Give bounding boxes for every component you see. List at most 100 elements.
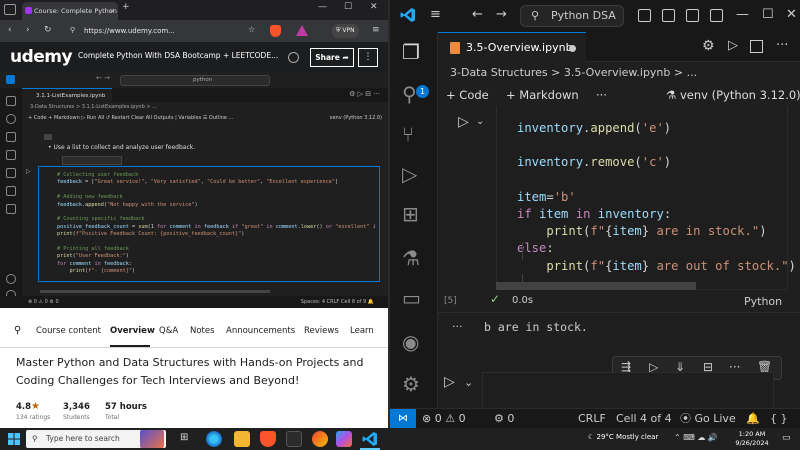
more-actions-icon[interactable]: ··· <box>776 38 788 53</box>
add-code-cell-button[interactable]: + Code <box>446 84 489 106</box>
tab-overview[interactable]: Overview <box>110 326 155 336</box>
notifications-icon[interactable]: 🔔 <box>746 409 760 429</box>
toggle-panel-icon[interactable] <box>662 9 675 22</box>
system-tray-icons[interactable]: ⌃ ⌨ ☁ 🔊 <box>674 433 718 442</box>
new-tab-icon[interactable]: + <box>122 2 130 12</box>
windows-start-icon[interactable] <box>8 433 20 445</box>
weather-widget[interactable]: ☾ 29°C Mostly clear <box>588 433 658 441</box>
code-cell[interactable]: ▷ ⌄ inventory.append('e') inventory.remo… <box>452 106 796 290</box>
notebook-settings-icon[interactable]: ⚙ <box>702 38 715 54</box>
back-icon[interactable]: ‹ <box>8 25 12 35</box>
code-text[interactable]: inventory.append('e') inventory.remove('… <box>517 120 796 275</box>
minimize-icon[interactable]: — <box>318 2 327 12</box>
breadcrumb[interactable]: 3-Data Structures > 3.5-Overview.ipynb >… <box>438 62 800 84</box>
account-icon[interactable]: ◉ <box>402 330 419 354</box>
explorer-icon[interactable]: ❐ <box>402 40 420 64</box>
add-markdown-cell-button[interactable]: + Markdown <box>506 84 579 106</box>
tab-notes[interactable]: Notes <box>190 326 215 336</box>
maximize-icon[interactable]: ☐ <box>762 7 774 22</box>
file-explorer-icon[interactable] <box>234 431 250 447</box>
cell-chevron-icon[interactable]: ⌄ <box>464 376 473 389</box>
output-actions-icon[interactable]: ··· <box>452 320 463 333</box>
settings-gear-icon[interactable]: ⚙ <box>402 372 420 396</box>
forward-icon[interactable]: → <box>496 7 507 22</box>
bookmark-icon[interactable]: ☆ <box>248 25 255 34</box>
unsaved-dot-icon[interactable] <box>569 45 576 52</box>
share-button[interactable]: Share ➦ <box>310 48 354 67</box>
menu-icon[interactable]: ≡ <box>430 7 441 22</box>
eol-status[interactable]: CRLF <box>578 409 606 429</box>
remote-explorer-icon[interactable]: ▭ <box>402 286 421 310</box>
store-icon[interactable] <box>286 431 302 447</box>
tab-announcements[interactable]: Announcements <box>226 326 295 336</box>
source-control-icon[interactable]: ⑂ <box>402 122 414 146</box>
forward-icon[interactable]: › <box>26 25 30 35</box>
execution-count: [5] <box>444 296 457 306</box>
maximize-icon[interactable]: ☐ <box>344 2 352 12</box>
video-player[interactable]: ← → python 3.1.1-ListExamples.ipynb ⚙ ▷ … <box>0 72 388 308</box>
command-center[interactable]: ⚲ Python DSA <box>520 5 624 27</box>
code-editor-area[interactable]: inventory.append('e') inventory.remove('… <box>496 106 796 290</box>
run-cell-icon[interactable]: ▷ <box>458 114 469 130</box>
split-editor-icon[interactable] <box>750 40 763 53</box>
problems-status[interactable]: ⊗ 0 ⚠ 0 <box>422 409 466 429</box>
search-highlight-icon[interactable] <box>140 430 164 448</box>
url-field[interactable]: https://www.udemy.com... <box>84 24 224 38</box>
site-info-icon[interactable]: ⚲ <box>70 26 75 34</box>
brave-shield-icon[interactable] <box>270 25 281 37</box>
toolbar-more-button[interactable]: ··· <box>596 84 607 106</box>
close-window-icon[interactable]: ✕ <box>786 7 797 22</box>
editor-tab-strip: 3.5-Overview.ipynb ⚙ ▷ ··· <box>438 32 800 62</box>
video-cell-toolbar <box>62 156 122 165</box>
run-icon[interactable]: ▷ <box>728 38 738 53</box>
vpn-button[interactable]: ⛨ VPN <box>332 24 359 38</box>
activity-bar: ❐ 1 ⚲ ⑂ ▷ ⊞ ⚗ ▭ ◉ ⚙ <box>390 32 438 408</box>
horizontal-scrollbar[interactable] <box>496 282 696 290</box>
remote-indicator-icon[interactable]: ⋈ <box>390 409 416 428</box>
tab-learning-tools[interactable]: Learn <box>350 326 380 336</box>
task-view-icon[interactable]: ⊞ <box>180 432 188 443</box>
udemy-favicon-icon <box>25 7 32 14</box>
search-icon[interactable]: ⚲ <box>402 82 417 106</box>
progress-icon[interactable] <box>288 52 299 63</box>
testing-icon[interactable]: ⚗ <box>402 246 420 270</box>
reload-icon[interactable]: ↻ <box>44 25 52 35</box>
tab-notebook[interactable]: 3.5-Overview.ipynb <box>438 32 586 62</box>
vscode-taskbar-icon[interactable] <box>362 431 378 447</box>
cell-chevron-icon[interactable]: ⌄ <box>476 116 484 127</box>
tab-reviews[interactable]: Reviews <box>304 326 339 336</box>
cell-status[interactable]: Cell 4 of 4 <box>616 409 672 429</box>
search-icon[interactable]: ⚲ <box>14 325 21 336</box>
students-label: Students <box>63 414 90 421</box>
minimize-icon[interactable]: — <box>736 7 749 22</box>
tab-course-content[interactable]: Course content <box>36 326 101 336</box>
go-live-button[interactable]: ⦿ Go Live <box>680 409 736 429</box>
brave-rewards-icon[interactable] <box>296 25 308 36</box>
run-debug-icon[interactable]: ▷ <box>402 162 417 186</box>
ports-status[interactable]: ⚙ 0 <box>494 409 514 429</box>
json-braces-icon[interactable]: { } <box>770 409 788 429</box>
copilot-icon[interactable] <box>336 431 352 447</box>
toggle-secondary-sidebar-icon[interactable] <box>686 9 699 22</box>
taskbar-clock[interactable]: 1:20 AM 9/26/2024 <box>728 430 776 448</box>
udemy-logo[interactable]: udemy <box>10 47 73 67</box>
cell-language[interactable]: Python <box>744 295 782 308</box>
brave-icon[interactable] <box>260 431 276 447</box>
browser-menu-icon[interactable]: ≡ <box>372 25 380 35</box>
more-options-button[interactable]: ⋮ <box>358 48 378 67</box>
back-icon[interactable]: ← <box>472 7 483 22</box>
notification-center-icon[interactable]: ▭ <box>782 433 791 443</box>
browser-tab[interactable]: Course: Complete Python W × <box>22 2 118 20</box>
code-cell-empty[interactable] <box>482 372 774 408</box>
close-tab-icon[interactable]: × <box>109 2 115 20</box>
media-app-icon[interactable] <box>312 431 328 447</box>
extensions-icon[interactable]: ⊞ <box>402 202 419 226</box>
close-window-icon[interactable]: ✕ <box>370 2 378 12</box>
edge-icon[interactable] <box>206 431 222 447</box>
tab-qa[interactable]: Q&A <box>159 326 178 336</box>
toggle-primary-sidebar-icon[interactable] <box>638 9 651 22</box>
run-cell-icon[interactable]: ▷ <box>444 374 455 390</box>
kernel-picker[interactable]: ⚗ venv (Python 3.12.0) <box>666 84 800 106</box>
customize-layout-icon[interactable] <box>710 9 723 22</box>
tab-actions-icon[interactable] <box>4 4 16 15</box>
